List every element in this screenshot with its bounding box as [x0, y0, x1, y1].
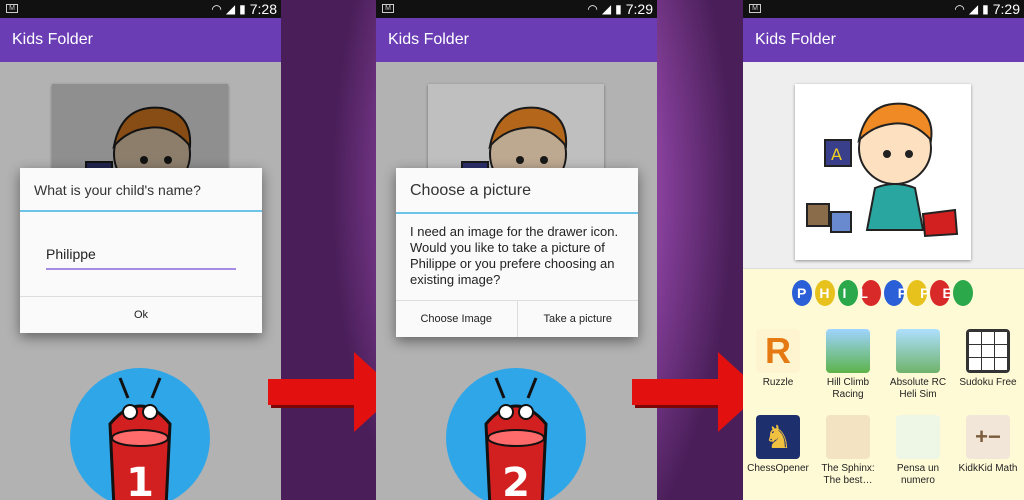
gmail-notification-icon: M [6, 4, 18, 13]
status-bar: M ◠ ◢ ▮ 7:28 [0, 0, 281, 18]
svg-text:A: A [831, 145, 842, 164]
child-name-input[interactable]: Philippe [46, 246, 236, 270]
banner-name-text: PHILIPPE [797, 285, 965, 301]
signal-icon: ◢ [601, 2, 612, 16]
name-balloon-banner: PHILIPPE [791, 275, 981, 315]
battery-icon: ▮ [615, 2, 622, 16]
clock: 7:29 [992, 1, 1020, 17]
dialog-title: What is your child's name? [20, 168, 262, 212]
battery-icon: ▮ [239, 2, 246, 16]
app-kidkkid-math[interactable]: +− KidkKid Math [953, 415, 1023, 475]
app-pensa-un-numero[interactable]: Pensa un numero [883, 415, 953, 487]
app-sudoku-free[interactable]: Sudoku Free [953, 329, 1023, 389]
status-bar: M ◠ ◢ ▮ 7:29 [743, 0, 1024, 18]
take-picture-button[interactable]: Take a picture [516, 301, 639, 337]
wifi-icon: ◠ [954, 2, 965, 16]
app-hill-climb-racing[interactable]: Hill Climb Racing [813, 329, 883, 401]
hill-climb-icon [826, 329, 870, 373]
sphinx-icon [826, 415, 870, 459]
app-absolute-rc-heli-sim[interactable]: Absolute RC Heli Sim [883, 329, 953, 401]
app-title: Kids Folder [376, 18, 657, 62]
step-number: 1 [126, 460, 154, 500]
app-drawer: PHILIPPE R Ruzzle Hill Climb Racing Abso… [743, 268, 1024, 500]
clock: 7:29 [625, 1, 653, 17]
screen-3: M ◠ ◢ ▮ 7:29 Kids Folder A PHILIPPE R Ru… [743, 0, 1024, 500]
sudoku-icon [966, 329, 1010, 373]
screen-2: M ◠ ◢ ▮ 7:29 Kids Folder A Choose a pict… [376, 0, 657, 500]
chess-icon: ♞ [756, 415, 800, 459]
dialog-message: I need an image for the drawer icon. Wou… [410, 224, 619, 287]
screen-1: M ◠ ◢ ▮ 7:28 Kids Folder A What is your … [0, 0, 281, 500]
wifi-icon: ◠ [587, 2, 598, 16]
heli-sim-icon [896, 329, 940, 373]
ruzzle-icon: R [756, 329, 800, 373]
signal-icon: ◢ [968, 2, 979, 16]
battery-icon: ▮ [982, 2, 989, 16]
gmail-notification-icon: M [749, 4, 761, 13]
ok-button[interactable]: Ok [20, 297, 262, 333]
app-chessopener[interactable]: ♞ ChessOpener [743, 415, 813, 475]
picture-dialog: Choose a picture I need an image for the… [396, 168, 638, 337]
choose-image-button[interactable]: Choose Image [396, 301, 517, 337]
step-1-badge: 1 [70, 368, 210, 500]
name-dialog: What is your child's name? Philippe Ok [20, 168, 262, 333]
status-bar: M ◠ ◢ ▮ 7:29 [376, 0, 657, 18]
app-title: Kids Folder [743, 18, 1024, 62]
signal-icon: ◢ [225, 2, 236, 16]
clock: 7:28 [249, 1, 277, 17]
app-the-sphinx[interactable]: The Sphinx: The best… [813, 415, 883, 487]
drawer-picture: A [795, 84, 971, 260]
app-title: Kids Folder [0, 18, 281, 62]
math-icon: +− [966, 415, 1010, 459]
step-number: 2 [502, 460, 530, 500]
gmail-notification-icon: M [382, 4, 394, 13]
pensa-icon [896, 415, 940, 459]
wifi-icon: ◠ [211, 2, 222, 16]
dialog-title: Choose a picture [396, 168, 638, 214]
app-ruzzle[interactable]: R Ruzzle [743, 329, 813, 389]
step-2-badge: 2 [446, 368, 586, 500]
